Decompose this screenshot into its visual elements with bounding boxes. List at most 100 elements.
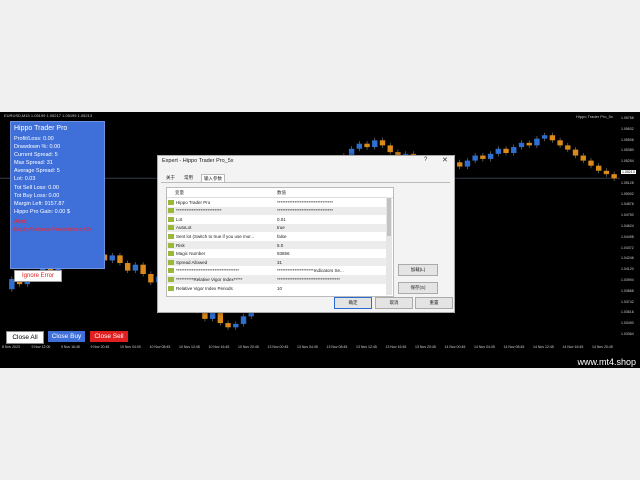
price-tick: 1.04876 [621, 202, 634, 207]
candle-body [387, 145, 393, 153]
average-spread: Average Spread: 5 [14, 168, 60, 174]
grid-scrollbar[interactable] [386, 197, 392, 295]
param-row[interactable]: **********Relative Vigor Index***** *****… [167, 275, 386, 284]
price-tick: 1.05380 [621, 148, 634, 153]
dialog-title: Expert - Hippo Trader Pro_5x [162, 158, 234, 164]
grid-header: 变量 数值 [167, 188, 393, 198]
param-type-icon [168, 259, 174, 265]
candle-body [364, 143, 370, 148]
help-icon[interactable]: ? [424, 157, 427, 163]
param-row[interactable]: Risk 5.0 [167, 241, 386, 250]
param-type-icon [168, 285, 174, 291]
candle-body [372, 140, 378, 148]
price-tick: 1.05506 [621, 137, 634, 142]
cancel-button[interactable]: 取消 [375, 297, 413, 309]
tab-common[interactable]: 常用 [182, 174, 195, 182]
param-value[interactable]: 93856 [277, 251, 385, 256]
time-tick: 13 Nov 00:45 [267, 345, 289, 349]
watermark: www.mt4.shop [577, 357, 636, 367]
candle-body [379, 140, 386, 146]
price-tick: 1.03364 [621, 332, 634, 336]
param-name: Relative Vigor Index Periods [176, 285, 233, 291]
param-value[interactable]: ******************************** [277, 200, 385, 205]
scrollbar-thumb[interactable] [387, 198, 391, 236]
param-value[interactable]: 10 [277, 286, 385, 291]
param-name: Sent lot (Switch to true if you use mor.… [176, 233, 255, 239]
param-value[interactable]: ******************************** [277, 208, 385, 213]
price-tick: 1.04246 [621, 256, 634, 261]
param-row[interactable]: Sent lot (Switch to true if you use mor.… [167, 232, 386, 240]
panel-title: Hippo Trader Pro [14, 125, 68, 132]
param-row[interactable]: Magic Number 93856 [167, 250, 386, 258]
price-tick: 1.03994 [621, 278, 634, 282]
tab-divider [161, 182, 450, 183]
candle-body [124, 263, 131, 271]
time-tick: 14 Nov 16:45 [562, 345, 584, 349]
alert-title: Alert: [14, 219, 27, 225]
margin-left: Margin Left: 9157.87 [14, 201, 65, 207]
param-row[interactable]: Spread Allowed 31 [167, 258, 386, 267]
time-tick: 9 Nov 20:45 [90, 345, 110, 349]
candle-body [209, 312, 216, 319]
param-row[interactable]: ************************************ ****… [167, 267, 386, 275]
param-type-icon [168, 251, 174, 257]
close-sell-button[interactable]: Close Sell [90, 331, 128, 342]
ok-button[interactable]: 确定 [334, 297, 372, 309]
price-tick: 1.03868 [621, 288, 634, 293]
param-value[interactable]: 5.0 [277, 243, 385, 248]
time-tick: 10 Nov 08:45 [149, 345, 171, 349]
tab-about[interactable]: 关于 [164, 174, 177, 182]
param-row[interactable]: Relative Vigor Index Periods 10 [167, 284, 386, 292]
time-tick: 10 Nov 16:45 [208, 345, 230, 349]
candle-body [611, 174, 617, 179]
time-tick: 13 Nov 12:45 [356, 345, 377, 349]
pro-gain: Hippo Pro Gain: 0.00 $ [14, 209, 70, 215]
candle-body [464, 160, 471, 167]
price-tick: 1.04624 [621, 224, 634, 228]
candle-body [148, 274, 154, 283]
param-row[interactable]: ****************************************… [167, 206, 386, 215]
candle-body [526, 142, 532, 146]
sell-loss: Tot Sell Loss: 0.00 [14, 185, 59, 191]
candle-body [240, 316, 247, 324]
param-type-icon [168, 276, 174, 282]
param-value[interactable]: 31 [277, 260, 385, 265]
price-tick: 1.03490 [621, 321, 634, 326]
param-value[interactable]: *********************Indicators Se... [277, 268, 385, 273]
candle-body [487, 153, 494, 159]
current-spread: Current Spread: 5 [14, 152, 58, 158]
param-value[interactable]: ************************************ [277, 277, 385, 282]
param-type-icon [168, 199, 174, 205]
time-tick: 10 Nov 12:45 [179, 345, 200, 349]
param-row[interactable]: AutoLot true [167, 223, 386, 232]
param-name: ************************************ [176, 268, 240, 274]
ignore-error-button[interactable]: Ignore Error [14, 270, 62, 282]
param-value[interactable]: true [277, 225, 385, 230]
candle-body [225, 323, 231, 328]
param-row[interactable]: Lot 0.01 [167, 215, 386, 223]
time-tick: 13 Nov 20:45 [415, 345, 436, 349]
candle-body [480, 155, 486, 159]
price-tick: 1.04498 [621, 234, 634, 239]
candle-body [603, 170, 610, 175]
candle-body [140, 264, 146, 274]
param-value[interactable]: false [277, 234, 385, 239]
close-icon[interactable]: ✕ [442, 156, 448, 164]
close-buy-button[interactable]: Close Buy [48, 331, 85, 342]
param-row[interactable]: Hippo Trader Pro ************************… [167, 198, 386, 206]
candle-body [511, 147, 517, 153]
time-tick: 13 Nov 16:45 [385, 345, 407, 349]
price-tick: 1.04750 [621, 213, 634, 218]
candle-body [472, 155, 478, 161]
param-type-icon [168, 268, 174, 274]
price-tick: 1.03742 [621, 299, 634, 304]
time-tick: 9 Nov 16:45 [61, 345, 80, 349]
candle-body [541, 135, 548, 139]
reset-button[interactable]: 重置 [415, 297, 453, 309]
param-value[interactable]: 0.01 [277, 217, 385, 222]
close-all-button[interactable]: Close All [6, 331, 44, 344]
load-button[interactable]: 加载(L) [398, 264, 438, 276]
price-tick: 1.05758 [621, 116, 634, 120]
time-tick: 10 Nov 04:00 [120, 345, 141, 349]
save-button[interactable]: 保存(S) [398, 282, 438, 294]
